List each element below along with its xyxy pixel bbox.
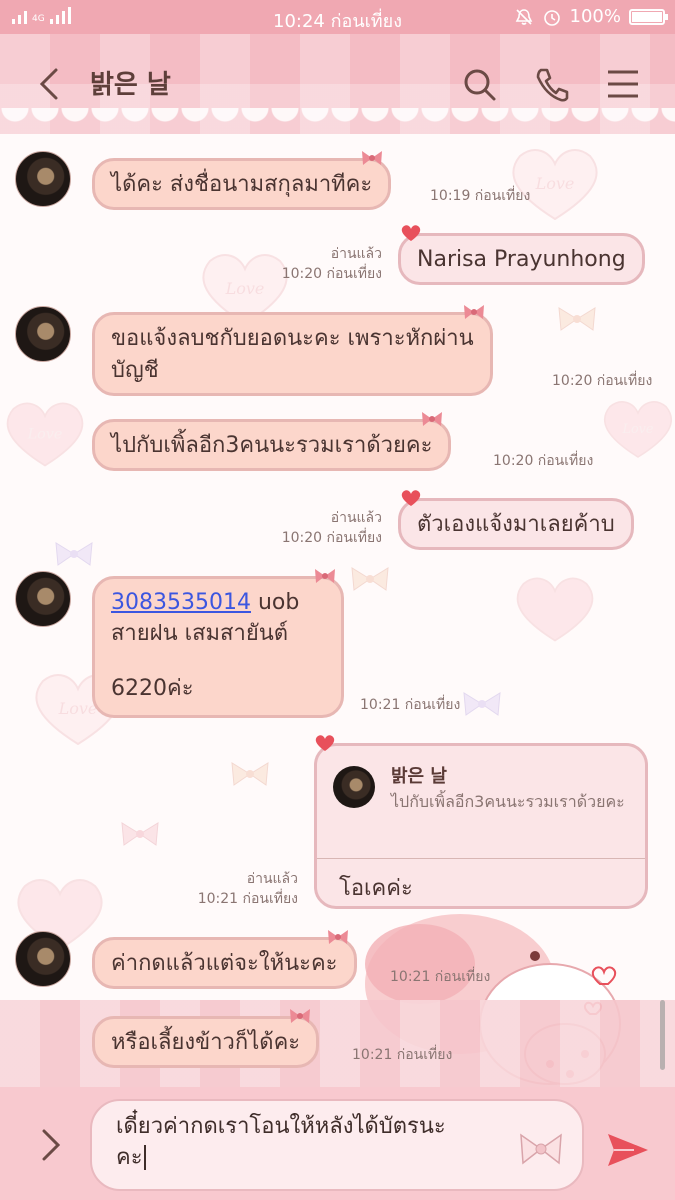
phone-icon[interactable] [532,62,572,106]
status-bar: 4G 10:24 ก่อนเที่ยง 100% [0,0,675,34]
lace-decoration [0,108,675,134]
message-bubble[interactable]: ขอแจ้งลบชกับยอดนะคะ เพราะหักผ่าน บัญชี [92,305,493,396]
heart-decoration: Love [604,401,672,458]
message-time: 10:20 ก่อนเที่ยง [281,266,382,282]
message-bubble[interactable]: หรือเลี้ยงข้าวก็ได้คะ [92,1009,320,1068]
bow-decoration [558,307,596,331]
heart-decoration: Love [6,402,84,467]
account-number-link[interactable]: 3083535014 [111,590,251,615]
contact-avatar[interactable] [15,151,71,207]
battery-icon [629,8,668,25]
quoted-avatar [333,766,375,808]
read-receipt: อ่านแล้ว [330,246,382,262]
bow-icon [315,569,335,583]
love-text: Love [27,427,63,443]
message-input[interactable]: เดี๋ยวค่ากดเราโอนให้หลังได้บัตรนะ คะ [90,1099,584,1191]
contact-avatar[interactable] [15,931,71,987]
message-text: ค่ากดแล้วแต่จะให้นะคะ [111,951,338,976]
message-time: 10:21 ก่อนเที่ยง [360,697,461,713]
bow-icon [327,930,348,944]
message-text-line: บัญชี [111,358,159,383]
message-bubble[interactable]: ตัวเองแจ้งมาเลยค้าบ [398,490,634,550]
bow-icon [290,1009,311,1023]
menu-icon[interactable] [603,62,643,106]
message-text: Narisa Prayunhong [417,247,626,272]
mute-bell-icon [515,8,532,25]
heart-icon [315,735,335,751]
bank-name: uob [250,590,300,615]
text-cursor [143,1145,153,1170]
message-text-line: ขอแจ้งลบชกับยอดนะคะ เพราะหักผ่าน [111,326,474,351]
bow-icon [422,412,443,426]
bow-sticker-icon[interactable] [516,1129,566,1169]
contact-avatar[interactable] [15,571,71,627]
input-text-line: เดี๋ยวค่ากดเราโอนให้หลังได้บัตรนะ [116,1114,446,1139]
message-text: ตัวเองแจ้งมาเลยค้าบ [417,512,615,537]
back-icon[interactable] [30,62,70,106]
message-bubble[interactable]: 3083535014 uob สายฝน เสมสายันต์ 6220ค่ะ [92,569,344,718]
chat-area[interactable]: Love Love Love Love Love ได้คะ ส่งชื่อนา… [0,134,675,1087]
reply-message-bubble[interactable]: 밝은 날 ไปกับเพิ้ลอีก3คนนะรวมเราด้วยคะ โอเค… [314,735,648,909]
heart-icon [401,225,421,241]
message-text: หรือเลี้ยงข้าวก็ได้คะ [111,1030,301,1055]
message-text: ได้คะ ส่งชื่อนามสกุลมาทีคะ [111,172,373,197]
message-bubble[interactable]: ค่ากดแล้วแต่จะให้นะคะ [92,930,357,989]
read-receipt: อ่านแล้ว [246,871,298,887]
bow-icon [463,305,484,319]
read-receipt: อ่านแล้ว [330,510,382,526]
input-text-line: คะ [116,1145,143,1170]
love-text: Love [535,174,575,193]
input-bar: เดี๋ยวค่ากดเราโอนให้หลังได้บัตรนะ คะ [0,1087,675,1200]
chat-header: 밝은 날 [0,34,675,134]
bow-decoration [231,762,269,786]
quoted-sender: 밝은 날 [391,766,447,787]
search-icon[interactable] [460,62,500,106]
quoted-text: ไปกับเพิ้ลอีก3คนนะรวมเราด้วยคะ [391,792,625,811]
contact-avatar[interactable] [15,306,71,362]
alarm-icon [543,9,560,26]
heart-decoration: Love [512,149,598,221]
love-text: Love [58,699,98,718]
amount-text: 6220ค่ะ [111,676,194,701]
message-time: 10:21 ก่อนเที่ยง [197,891,298,907]
message-bubble[interactable]: ไปกับเพิ้ลอีก3คนนะรวมเราด้วยคะ [92,412,452,471]
scrollbar-thumb[interactable] [660,1000,665,1070]
heart-decoration [516,577,594,642]
chevron-right-icon[interactable] [30,1125,70,1165]
message-time: 10:20 ก่อนเที่ยง [552,373,653,389]
chat-title: 밝은 날 [90,70,171,100]
account-holder: สายฝน เสมสายันต์ [111,621,289,646]
message-time: 10:20 ก่อนเที่ยง [493,453,594,469]
bow-decoration [55,542,93,566]
message-bubble[interactable]: Narisa Prayunhong [398,225,645,285]
bow-icon [362,151,383,165]
heart-icon [401,490,421,506]
message-text: โอเคค่ะ [339,876,413,901]
bow-decoration [351,567,389,591]
message-time: 10:21 ก่อนเที่ยง [352,1047,453,1063]
send-icon[interactable] [604,1126,652,1174]
message-bubble[interactable]: ได้คะ ส่งชื่อนามสกุลมาทีคะ [92,151,392,210]
message-text: ไปกับเพิ้ลอีก3คนนะรวมเราด้วยคะ [111,433,433,458]
love-text: Love [225,279,265,298]
message-time: 10:20 ก่อนเที่ยง [281,530,382,546]
reply-divider [317,858,645,859]
bow-decoration [121,822,159,846]
battery-percent: 100% [569,6,621,27]
message-time: 10:21 ก่อนเที่ยง [390,969,491,985]
love-text: Love [621,422,653,437]
message-time: 10:19 ก่อนเที่ยง [430,188,531,204]
bow-decoration [463,692,501,716]
